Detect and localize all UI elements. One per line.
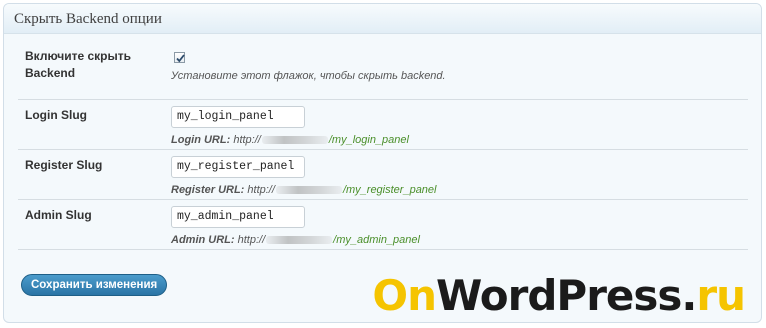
checkmark-icon [176, 54, 185, 63]
hide-backend-label: Включите скрыть Backend [25, 48, 160, 82]
admin-url-label: Admin URL: [171, 234, 235, 246]
login-slug-row: Login Slug my_login_panel Login URL: htt… [18, 100, 748, 150]
login-url-prefix: http:// [233, 134, 261, 146]
watermark-part-wordpress: WordPress. [435, 271, 697, 320]
settings-panel: Скрыть Backend опции Включите скрыть Bac… [3, 3, 762, 323]
watermark-part-on: On [372, 271, 437, 320]
register-slug-label: Register Slug [25, 158, 103, 172]
site-watermark-logo: OnWordPress.ru [372, 271, 746, 320]
panel-header: Скрыть Backend опции [4, 4, 761, 34]
hide-backend-label-line2: Backend [25, 66, 76, 80]
register-url-label: Register URL: [171, 184, 245, 196]
admin-url-slug: /my_admin_panel [333, 234, 420, 246]
hide-backend-description: Установите этот флажок, чтобы скрыть bac… [171, 70, 446, 82]
login-url-slug: /my_login_panel [328, 134, 409, 146]
hide-backend-checkbox[interactable] [174, 52, 185, 63]
register-url-prefix: http:// [247, 184, 275, 196]
panel-title: Скрыть Backend опции [14, 11, 162, 27]
admin-url-prefix: http:// [237, 234, 266, 246]
redacted-domain [275, 186, 342, 195]
register-url-slug: /my_register_panel [342, 184, 437, 196]
admin-slug-label: Admin Slug [25, 208, 92, 222]
redacted-domain [261, 136, 328, 145]
admin-url-line: Admin URL: http:// /my_admin_panel [171, 233, 420, 247]
login-slug-label: Login Slug [25, 108, 87, 122]
login-url-label: Login URL: [171, 134, 231, 146]
hide-backend-label-line1: Включите скрыть [25, 49, 131, 63]
save-changes-button[interactable]: Сохранить изменения [21, 274, 168, 296]
login-url-line: Login URL: http:// /my_login_panel [171, 133, 409, 147]
admin-slug-input[interactable]: my_admin_panel [171, 206, 305, 228]
login-slug-input[interactable]: my_login_panel [171, 106, 305, 128]
redacted-domain [266, 236, 333, 245]
register-url-line: Register URL: http:// /my_register_panel [171, 183, 437, 197]
register-slug-row: Register Slug my_register_panel Register… [18, 150, 748, 200]
hide-backend-row: Включите скрыть Backend Установите этот … [18, 44, 748, 100]
watermark-part-ru: ru [696, 271, 746, 320]
register-slug-input[interactable]: my_register_panel [171, 156, 305, 178]
admin-slug-row: Admin Slug my_admin_panel Admin URL: htt… [18, 200, 748, 250]
